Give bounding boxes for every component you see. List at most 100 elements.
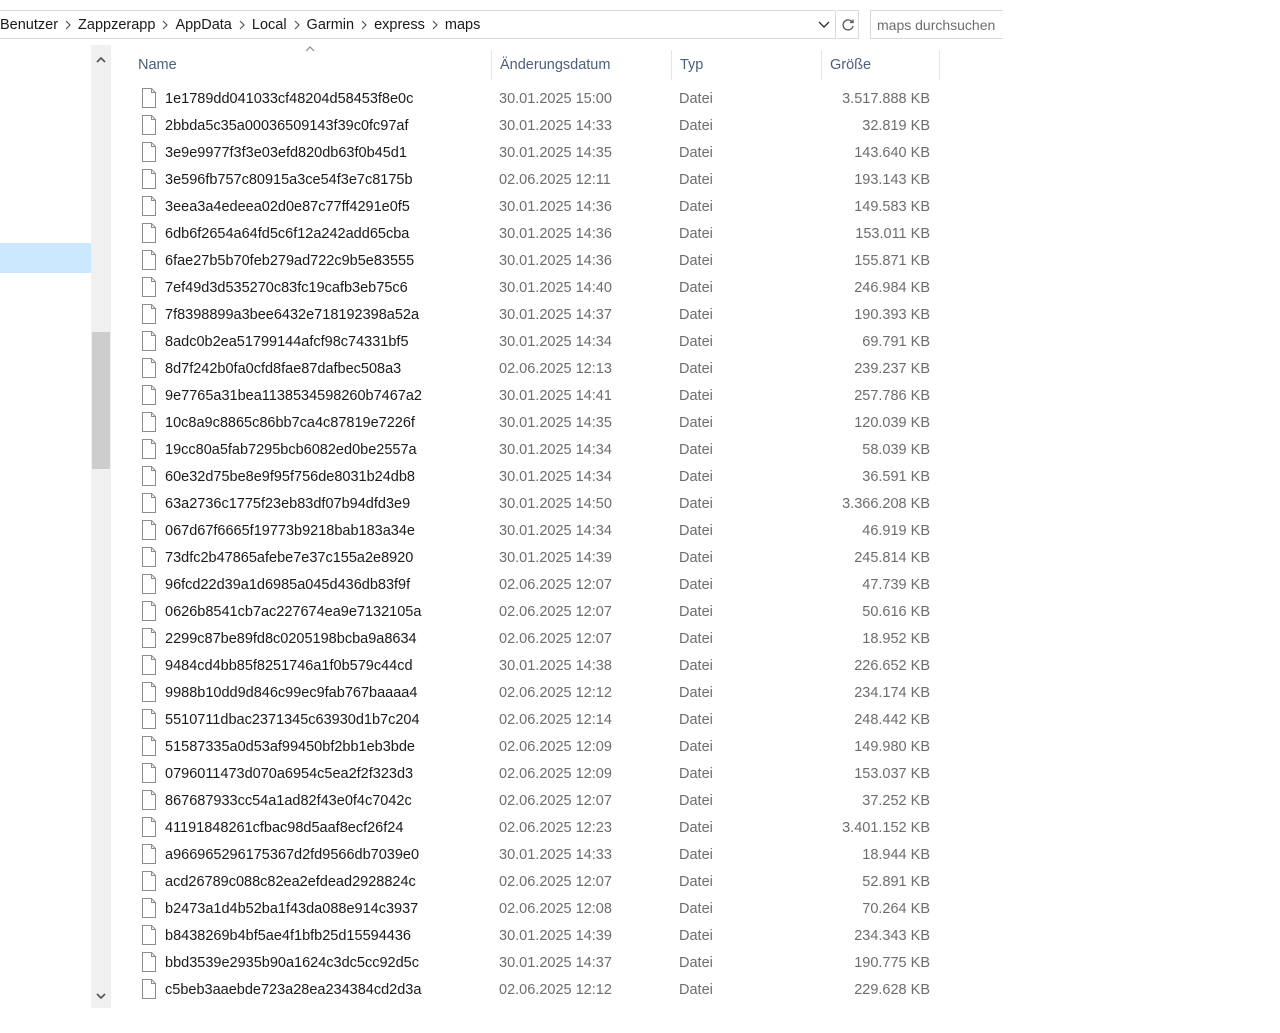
file-icon [142,682,156,702]
file-icon [142,709,156,729]
address-history-dropdown[interactable] [813,11,835,38]
breadcrumb-separator[interactable] [425,20,445,30]
file-row[interactable]: 60e32d75be8e9f95f756de8031b24db8 30.01.20… [130,463,942,490]
file-icon [142,925,156,945]
file-type: Datei [679,252,713,269]
file-name: 7ef49d3d535270c83fc19cafb3eb75c6 [165,279,408,296]
scroll-up-button[interactable] [91,45,111,73]
file-row[interactable]: 0796011473d070a6954c5ea2f2f323d3 02.06.20… [130,760,942,787]
breadcrumb-separator[interactable] [232,20,252,30]
file-row[interactable]: 63a2736c1775f23eb83df07b94dfd3e9 30.01.20… [130,490,942,517]
column-header-date[interactable]: Änderungsdatum [491,50,671,80]
file-size: 32.819 KB [862,117,930,134]
file-name: b2473a1d4b52ba1f43da088e914c3937 [165,900,419,917]
file-row[interactable]: acd26789c088c82ea2efdead2928824c 02.06.20… [130,868,942,895]
breadcrumb-item[interactable]: Local [252,17,287,33]
file-icon [142,88,156,108]
file-date: 30.01.2025 14:39 [499,549,612,566]
breadcrumb-item[interactable]: express [374,17,425,33]
breadcrumb-item[interactable]: Benutzer [0,17,58,33]
file-type: Datei [679,171,713,188]
file-date: 02.06.2025 12:07 [499,603,612,620]
file-size: 18.952 KB [862,630,930,647]
file-row[interactable]: 8adc0b2ea51799144afcf98c74331bf5 30.01.20… [130,328,942,355]
file-icon [142,196,156,216]
file-row[interactable]: 41191848261cfbac98d5aaf8ecf26f24 02.06.20… [130,814,942,841]
vertical-scrollbar[interactable] [91,45,111,1008]
file-row[interactable]: b2473a1d4b52ba1f43da088e914c3937 02.06.20… [130,895,942,922]
breadcrumb-separator[interactable] [354,20,374,30]
file-icon [142,817,156,837]
file-row[interactable]: 3eea3a4edeea02d0e87c77ff4291e0f5 30.01.20… [130,193,942,220]
navigation-pane[interactable] [0,45,91,1033]
breadcrumb-item[interactable]: Garmin [307,17,355,33]
file-row[interactable]: 51587335a0d53af99450bf2bb1eb3bde 02.06.20… [130,733,942,760]
file-row[interactable]: b8438269b4bf5ae4f1bfb25d15594436 30.01.20… [130,922,942,949]
file-icon [142,169,156,189]
file-icon [142,574,156,594]
file-row[interactable]: 5510711dbac2371345c63930d1b7c204 02.06.20… [130,706,942,733]
nav-selected-item[interactable] [0,243,91,273]
file-name: 8d7f242b0fa0cfd8fae87dafbec508a3 [165,360,402,377]
column-header-type[interactable]: Typ [671,50,821,80]
file-row[interactable]: 10c8a9c8865c86bb7ca4c87819e7226f 30.01.20… [130,409,942,436]
file-row[interactable]: 6db6f2654a64fd5c6f12a242add65cba 30.01.20… [130,220,942,247]
file-date: 30.01.2025 14:40 [499,279,612,296]
file-row[interactable]: 1e1789dd041033cf48204d58453f8e0c 30.01.20… [130,85,942,112]
file-date: 02.06.2025 12:12 [499,684,612,701]
file-size: 190.775 KB [854,954,930,971]
file-date: 02.06.2025 12:07 [499,792,612,809]
file-name: 3e9e9977f3f3e03efd820db63f0b45d1 [165,144,407,161]
file-row[interactable]: 3e9e9977f3f3e03efd820db63f0b45d1 30.01.20… [130,139,942,166]
refresh-button[interactable] [837,10,859,39]
file-row[interactable]: 7ef49d3d535270c83fc19cafb3eb75c6 30.01.20… [130,274,942,301]
scroll-down-button[interactable] [91,984,111,1008]
file-row[interactable]: 067d67f6665f19773b9218bab183a34e 30.01.20… [130,517,942,544]
file-row[interactable]: 7f8398899a3bee6432e718192398a52a 30.01.20… [130,301,942,328]
search-box[interactable] [870,10,1003,39]
file-row[interactable]: 73dfc2b47865afebe7e37c155a2e8920 30.01.20… [130,544,942,571]
breadcrumb-item[interactable]: maps [445,17,480,33]
file-date: 30.01.2025 14:34 [499,522,612,539]
breadcrumb-separator[interactable] [155,20,175,30]
file-row[interactable]: 2299c87be89fd8c0205198bcba9a8634 02.06.20… [130,625,942,652]
file-name: 51587335a0d53af99450bf2bb1eb3bde [165,738,415,755]
breadcrumb-item[interactable]: AppData [175,17,231,33]
file-type: Datei [679,333,713,350]
file-type: Datei [679,414,713,431]
file-row[interactable]: 3e596fb757c80915a3ce54f3e7c8175b 02.06.20… [130,166,942,193]
search-input[interactable] [877,16,1003,33]
breadcrumb-separator[interactable] [58,20,78,30]
column-header-size[interactable]: Größe [821,50,940,80]
file-row[interactable]: 8d7f242b0fa0cfd8fae87dafbec508a3 02.06.20… [130,355,942,382]
file-size: 120.039 KB [854,414,930,431]
file-icon [142,871,156,891]
file-name: 3e596fb757c80915a3ce54f3e7c8175b [165,171,413,188]
file-row[interactable]: 96fcd22d39a1d6985a045d436db83f9f 02.06.20… [130,571,942,598]
breadcrumb-item[interactable]: Zappzerapp [78,17,155,33]
file-row[interactable]: bbd3539e2935b90a1624c3dc5cc92d5c 30.01.20… [130,949,942,976]
file-type: Datei [679,225,713,242]
file-type: Datei [679,603,713,620]
file-date: 02.06.2025 12:12 [499,981,612,998]
file-row[interactable]: 0626b8541cb7ac227674ea9e7132105a 02.06.20… [130,598,942,625]
file-type: Datei [679,711,713,728]
file-name: 2bbda5c35a00036509143f39c0fc97af [165,117,409,134]
file-row[interactable]: 19cc80a5fab7295bcb6082ed0be2557a 30.01.20… [130,436,942,463]
file-row[interactable]: 9988b10dd9d846c99ec9fab767baaaa4 02.06.20… [130,679,942,706]
file-row[interactable]: 6fae27b5b70feb279ad722c9b5e83555 30.01.20… [130,247,942,274]
file-row[interactable]: 2bbda5c35a00036509143f39c0fc97af 30.01.20… [130,112,942,139]
file-row[interactable]: a966965296175367d2fd9566db7039e0 30.01.20… [130,841,942,868]
file-row[interactable]: 9e7765a31bea1138534598260b7467a2 30.01.20… [130,382,942,409]
file-icon [142,358,156,378]
address-bar[interactable]: Benutzer Zappzerapp AppData Local Garmin expr… [0,10,836,39]
column-header-name[interactable]: Name [130,50,491,80]
file-type: Datei [679,657,713,674]
file-row[interactable]: c5beb3aaebde723a28ea234384cd2d3a 02.06.20… [130,976,942,1003]
file-icon [142,385,156,405]
breadcrumb-separator[interactable] [287,20,307,30]
file-row[interactable]: 867687933cc54a1ad82f43e0f4c7042c 02.06.20… [130,787,942,814]
scrollbar-thumb[interactable] [92,332,110,469]
file-size: 248.442 KB [854,711,930,728]
file-row[interactable]: 9484cd4bb85f8251746a1f0b579c44cd 30.01.20… [130,652,942,679]
